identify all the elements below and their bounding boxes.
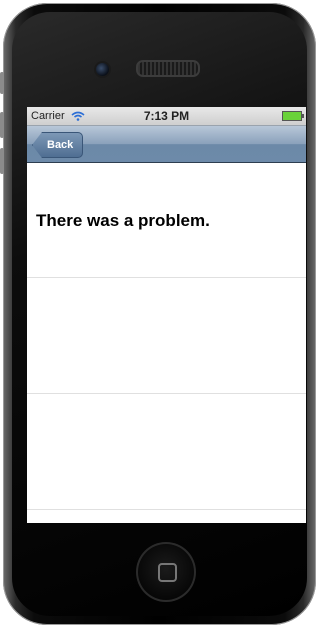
status-time: 7:13 PM — [143, 109, 190, 123]
volume-down-button — [0, 148, 4, 174]
table-row — [27, 278, 306, 394]
home-button[interactable] — [136, 542, 196, 602]
screen: Carrier 7:13 PM Back There was a problem… — [27, 107, 306, 523]
status-bar: Carrier 7:13 PM — [27, 107, 306, 126]
back-button[interactable]: Back — [32, 132, 84, 158]
front-camera-icon — [96, 63, 109, 76]
navigation-bar: Back — [27, 126, 306, 163]
error-message: There was a problem. — [36, 211, 210, 230]
table-row — [27, 394, 306, 510]
battery-icon — [282, 111, 304, 121]
volume-up-button — [0, 112, 4, 138]
home-square-icon — [158, 563, 177, 582]
speaker-grille — [136, 60, 200, 77]
mute-switch — [0, 72, 4, 94]
